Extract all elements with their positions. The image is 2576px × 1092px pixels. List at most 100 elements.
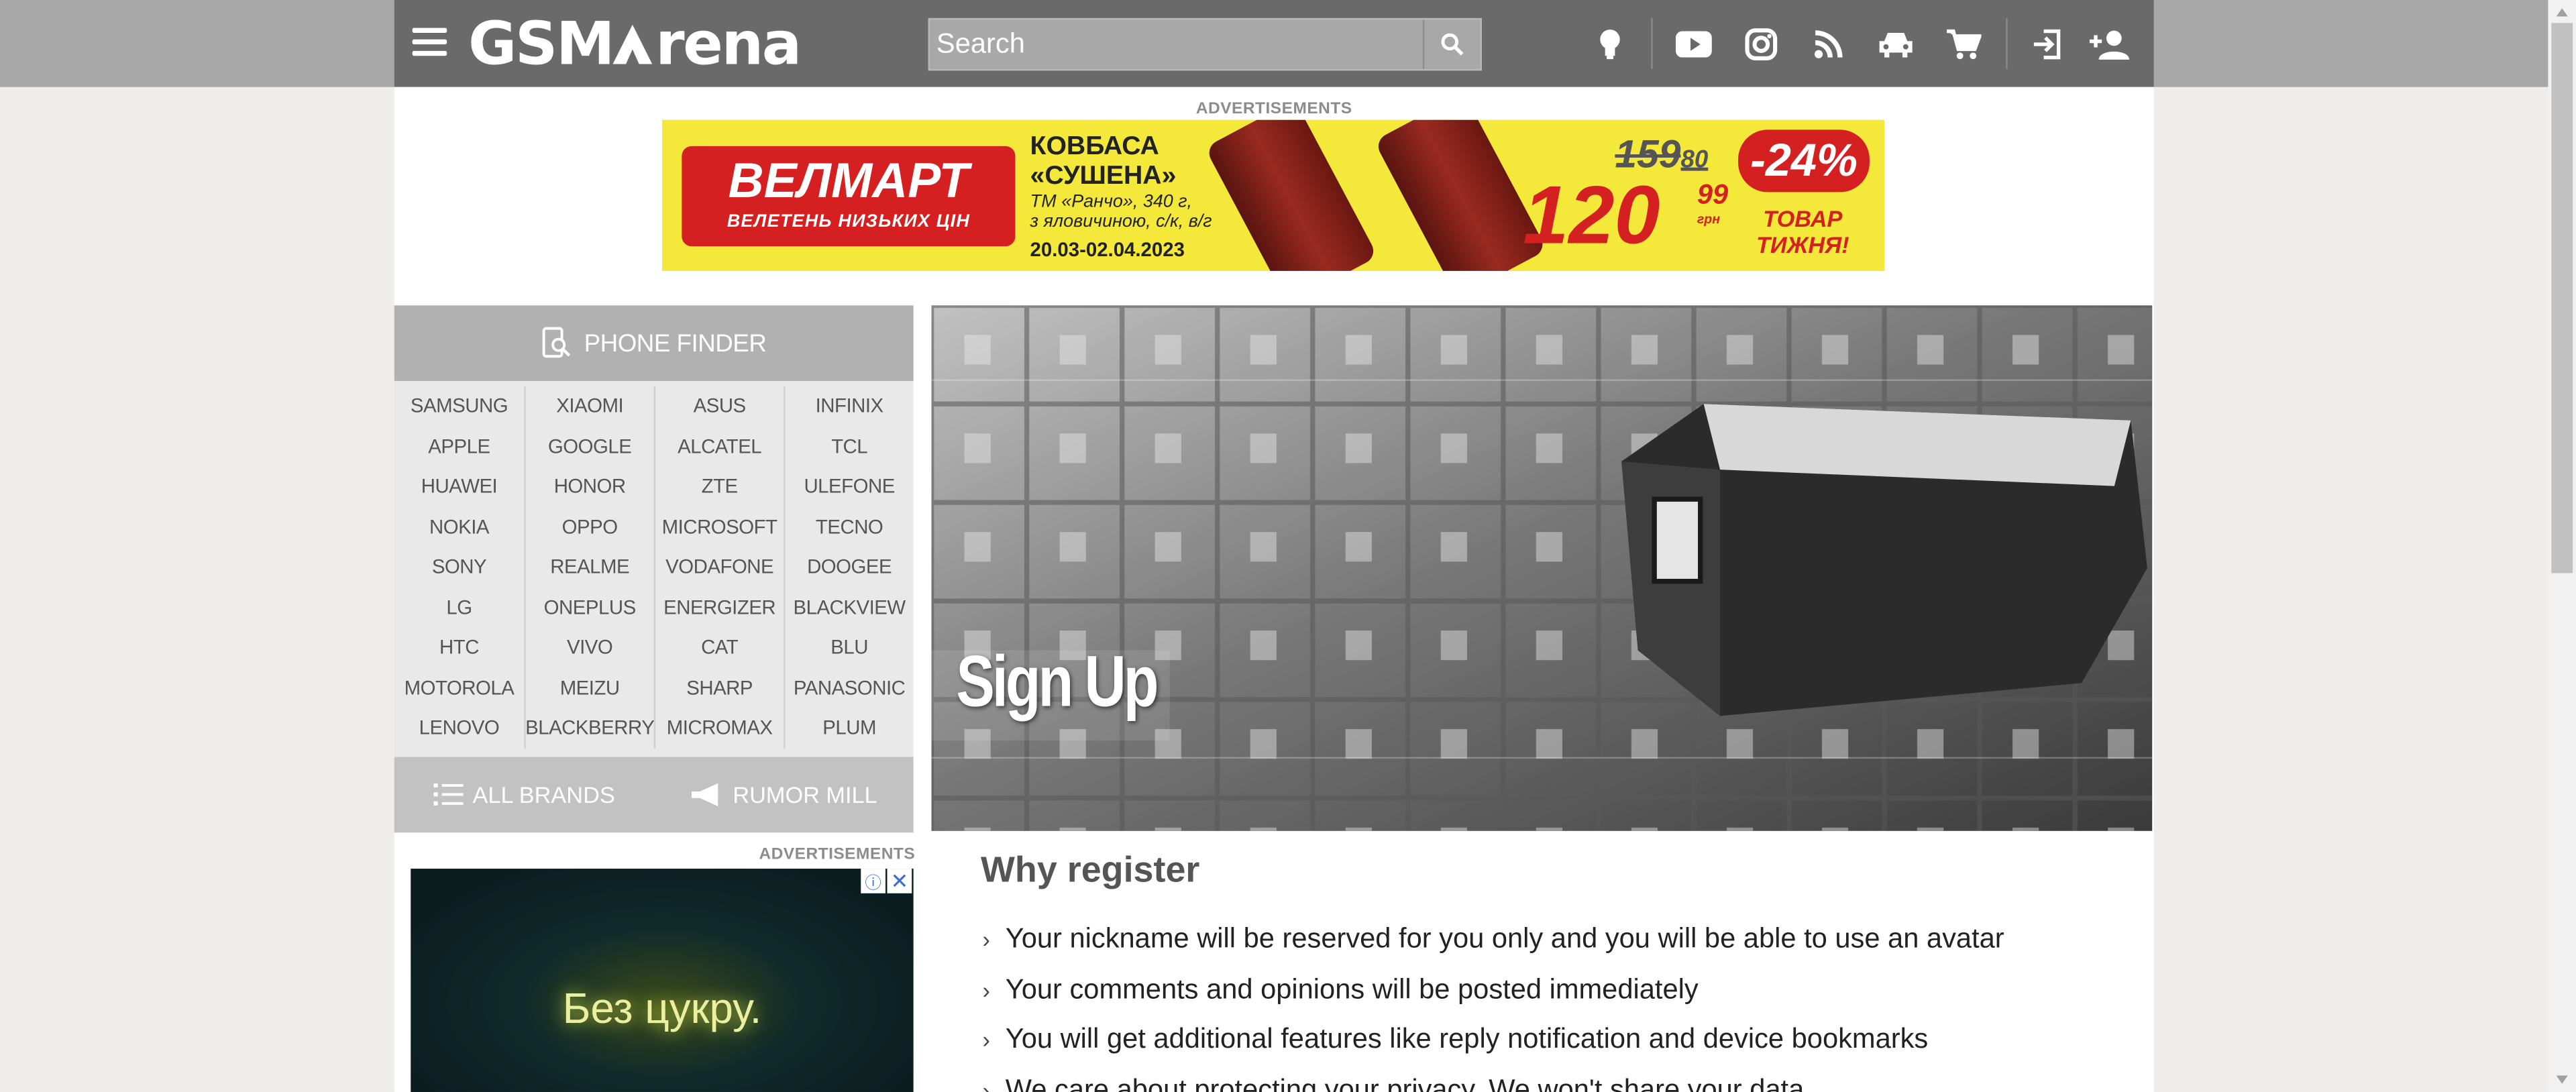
ad-product-image <box>1374 119 1548 271</box>
brand-link[interactable]: MOTOROLA <box>394 667 524 708</box>
brand-link[interactable]: PANASONIC <box>786 667 914 708</box>
brand-link[interactable]: VIVO <box>526 627 654 667</box>
ad-close-icon[interactable]: ✕ <box>887 869 912 893</box>
side-ad-banner[interactable]: Без цукру. ⓘ ✕ <box>411 869 914 1092</box>
brand-column: XIAOMI GOOGLE HONOR OPPO REALME ONEPLUS … <box>525 386 656 749</box>
lightbulb-icon[interactable] <box>1589 23 1631 66</box>
brand-link[interactable]: SONY <box>394 547 524 587</box>
login-icon[interactable] <box>2026 23 2069 66</box>
ad-detail2: з яловичиною, с/к, в/г <box>1030 211 1212 232</box>
rumor-mill-button[interactable]: RUMOR MILL <box>654 757 914 833</box>
brand-link[interactable]: XIAOMI <box>526 386 654 426</box>
phone-finder-button[interactable]: PHONE FINDER <box>394 305 914 381</box>
phone-finder: PHONE FINDER SAMSUNG APPLE HUAWEI NOKIA … <box>394 305 914 833</box>
list-item: › Your nickname will be reserved for you … <box>983 915 2004 965</box>
scroll-up-icon[interactable] <box>2555 5 2569 19</box>
all-brands-button[interactable]: ALL BRANDS <box>394 757 654 833</box>
list-item: › We care about protecting your privacy. … <box>983 1065 2004 1092</box>
ad-brand-name: ВЕЛМАРТ <box>728 154 969 209</box>
brand-link[interactable]: REALME <box>526 547 654 587</box>
scroll-thumb[interactable] <box>2551 23 2573 574</box>
ad-product-line2: «СУШЕНА» <box>1030 162 1177 190</box>
car-icon[interactable] <box>1874 23 1917 66</box>
reason-text: We care about protecting your privacy. W… <box>1005 1073 1805 1092</box>
brand-link[interactable]: ULEFONE <box>786 466 914 506</box>
brand-link[interactable]: APPLE <box>394 426 524 466</box>
brand-link[interactable]: MICROMAX <box>655 708 784 748</box>
finder-footer: ALL BRANDS RUMOR MILL <box>394 757 914 833</box>
all-brands-label: ALL BRANDS <box>472 781 615 808</box>
top-ad-banner[interactable]: ВЕЛМАРТ ВЕЛЕТЕНЬ НИЗЬКИХ ЦІН КОВБАСА «СУ… <box>661 119 1885 271</box>
page: GSM rena Search ADVERTISEMENTS ВЕЛМАРТ В… <box>0 0 2576 1092</box>
brand-link[interactable]: MICROSOFT <box>655 506 784 547</box>
brand-column: ASUS ALCATEL ZTE MICROSOFT VODAFONE ENER… <box>655 386 786 749</box>
menu-icon[interactable] <box>412 28 447 58</box>
brand-column: SAMSUNG APPLE HUAWEI NOKIA SONY LG HTC M… <box>394 386 526 749</box>
brand-link[interactable]: MEIZU <box>526 667 654 708</box>
brand-link[interactable]: ZTE <box>655 466 784 506</box>
ad-product-line1: КОВБАСА <box>1030 133 1159 161</box>
list-icon <box>433 783 463 806</box>
hero-divider <box>931 379 2153 381</box>
brand-link[interactable]: DOOGEE <box>786 547 914 587</box>
reasons-list: › Your nickname will be reserved for you … <box>983 915 2004 1092</box>
side-ad-text: Без цукру. <box>562 983 762 1033</box>
site-logo[interactable]: GSM rena <box>468 9 816 78</box>
reason-text: You will get additional features like re… <box>1005 1023 1929 1055</box>
add-user-icon[interactable] <box>2088 23 2131 66</box>
cart-icon[interactable] <box>1942 23 1985 66</box>
brand-link[interactable]: HUAWEI <box>394 466 524 506</box>
header-divider <box>2006 17 2008 69</box>
vertical-scrollbar[interactable] <box>2548 0 2576 1092</box>
ad-info-icon[interactable]: ⓘ <box>861 869 886 893</box>
brand-link[interactable]: ALCATEL <box>655 426 784 466</box>
brand-link[interactable]: NOKIA <box>394 506 524 547</box>
brand-link[interactable]: INFINIX <box>786 386 914 426</box>
ad-discount-badge: -24% <box>1738 129 1870 193</box>
reason-text: Your comments and opinions will be poste… <box>1005 973 1699 1005</box>
phone-search-icon <box>541 327 570 358</box>
hero-divider <box>931 757 2153 759</box>
brand-link[interactable]: ONEPLUS <box>526 587 654 627</box>
scroll-down-icon[interactable] <box>2555 1073 2569 1087</box>
brand-column: INFINIX TCL ULEFONE TECNO DOOGEE BLACKVI… <box>786 386 914 748</box>
svg-text:rena: rena <box>655 10 800 76</box>
ad-tag: ТОВАР ТИЖНЯ! <box>1756 205 1849 258</box>
search-input[interactable] <box>930 19 1423 69</box>
brand-link[interactable]: SAMSUNG <box>394 386 524 426</box>
brand-link[interactable]: ENERGIZER <box>655 587 784 627</box>
ad-dates: 20.03-02.04.2023 <box>1030 237 1185 262</box>
brand-link[interactable]: HONOR <box>526 466 654 506</box>
brand-link[interactable]: BLACKVIEW <box>786 587 914 627</box>
instagram-icon[interactable] <box>1739 23 1782 66</box>
brand-link[interactable]: GOOGLE <box>526 426 654 466</box>
ad-brand-logo: ВЕЛМАРТ ВЕЛЕТЕНЬ НИЗЬКИХ ЦІН <box>682 146 1016 247</box>
brand-link[interactable]: CAT <box>655 627 784 667</box>
ad-new-cents: 99 грн <box>1697 178 1729 227</box>
brand-link[interactable]: BLACKBERRY <box>525 708 655 748</box>
brand-link[interactable]: HTC <box>394 627 524 667</box>
list-item: › Your comments and opinions will be post… <box>983 965 2004 1015</box>
youtube-icon[interactable] <box>1672 23 1715 66</box>
signup-hero: Sign Up <box>931 305 2153 831</box>
chevron-right-icon: › <box>982 1077 990 1092</box>
ad-detail1: ТМ «Ранчо», 340 г, <box>1030 192 1193 212</box>
search-button[interactable] <box>1422 19 1481 69</box>
brand-link[interactable]: OPPO <box>526 506 654 547</box>
brand-link[interactable]: LENOVO <box>394 708 524 748</box>
brand-link[interactable]: ASUS <box>655 386 784 426</box>
brand-link[interactable]: VODAFONE <box>655 547 784 587</box>
brand-link[interactable]: TCL <box>786 426 914 466</box>
brand-link[interactable]: PLUM <box>786 708 914 748</box>
brand-link[interactable]: BLU <box>786 627 914 667</box>
search-box <box>928 17 1482 71</box>
brand-link[interactable]: LG <box>394 587 524 627</box>
brand-link[interactable]: SHARP <box>655 667 784 708</box>
page-title: Sign Up <box>956 642 1159 723</box>
rss-icon[interactable] <box>1807 23 1850 66</box>
brand-link[interactable]: TECNO <box>786 506 914 547</box>
ad-product-text: КОВБАСА «СУШЕНА» ТМ «Ранчо», 340 г, з ял… <box>1030 133 1212 262</box>
ad-new-price: 120 <box>1523 169 1660 262</box>
ad-product-image <box>1204 119 1379 271</box>
search-icon <box>1441 33 1464 56</box>
